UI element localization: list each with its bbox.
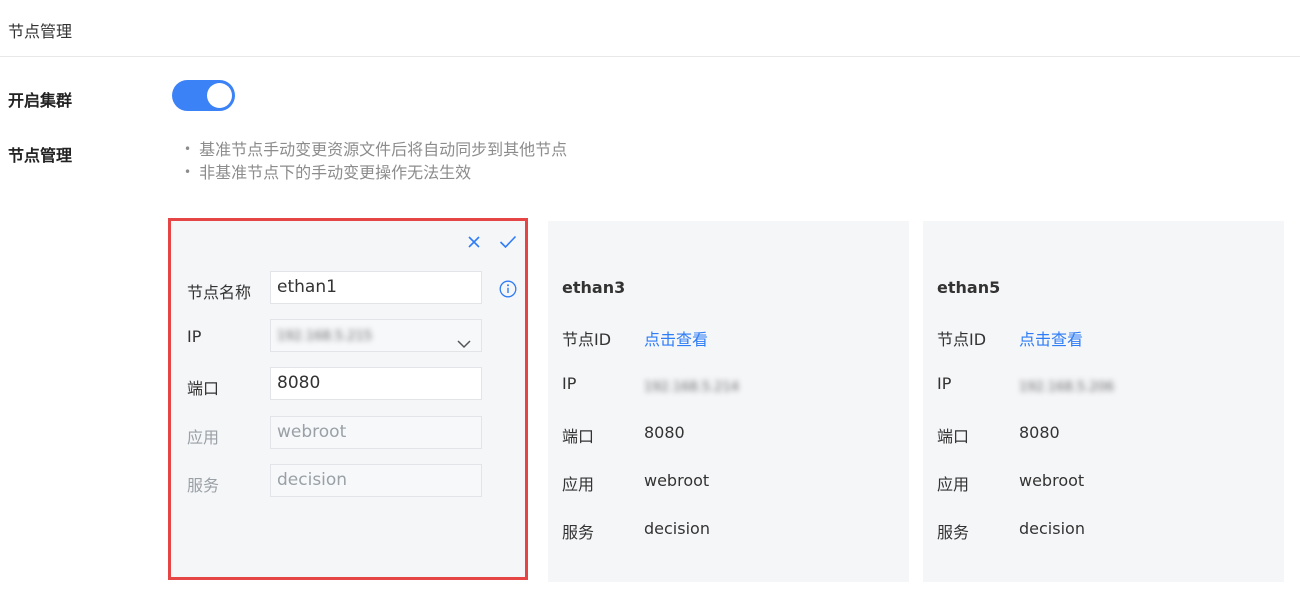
app-input: webroot bbox=[270, 416, 482, 449]
view-node-id-link[interactable]: 点击查看 bbox=[1019, 326, 1083, 350]
page-title: 节点管理 bbox=[8, 22, 73, 41]
ip-label: IP bbox=[187, 327, 202, 346]
view-node-id-link[interactable]: 点击查看 bbox=[644, 326, 708, 350]
card-actions bbox=[467, 235, 517, 249]
service-label: 服务 bbox=[562, 523, 595, 542]
service-value: decision bbox=[644, 519, 710, 538]
app-value: webroot bbox=[644, 471, 710, 490]
close-icon[interactable] bbox=[467, 235, 481, 249]
node-edit-card: 节点名称 ethan1 IP 192.168.5.215 端口 8080 应用 … bbox=[168, 218, 528, 580]
check-icon[interactable] bbox=[499, 235, 517, 249]
app-label: 应用 bbox=[937, 475, 970, 494]
app-value: webroot bbox=[1019, 471, 1085, 490]
node-name: ethan5 bbox=[937, 278, 1001, 297]
ip-value: 192.168.5.214 bbox=[644, 376, 739, 395]
node-name: ethan3 bbox=[562, 278, 626, 297]
note-item: 非基准节点下的手动变更操作无法生效 bbox=[184, 161, 567, 184]
node-card-ethan5: ethan5 节点ID 点击查看 IP 192.168.5.206 端口 808… bbox=[923, 221, 1284, 582]
notes-list: 基准节点手动变更资源文件后将自动同步到其他节点 非基准节点下的手动变更操作无法生… bbox=[184, 138, 567, 184]
chevron-down-icon bbox=[457, 329, 471, 360]
ip-label: IP bbox=[562, 374, 577, 393]
port-label: 端口 bbox=[937, 427, 970, 446]
name-label: 节点名称 bbox=[187, 283, 252, 302]
node-id-label: 节点ID bbox=[937, 330, 987, 349]
port-input[interactable]: 8080 bbox=[270, 367, 482, 400]
info-icon[interactable] bbox=[499, 280, 517, 302]
ip-value: 192.168.5.206 bbox=[1019, 376, 1114, 395]
service-label: 服务 bbox=[187, 476, 220, 495]
note-item: 基准节点手动变更资源文件后将自动同步到其他节点 bbox=[184, 138, 567, 161]
toggle-knob bbox=[207, 83, 232, 108]
port-label: 端口 bbox=[187, 379, 220, 398]
ip-label: IP bbox=[937, 374, 952, 393]
port-value: 8080 bbox=[1019, 423, 1060, 442]
app-label: 应用 bbox=[187, 428, 220, 447]
service-label: 服务 bbox=[937, 523, 970, 542]
ip-value-text: 192.168.5.214 bbox=[644, 380, 740, 395]
ip-select[interactable]: 192.168.5.215 bbox=[270, 319, 482, 352]
service-input: decision bbox=[270, 464, 482, 497]
cluster-label: 开启集群 bbox=[8, 91, 73, 110]
node-management-label: 节点管理 bbox=[8, 146, 73, 165]
ip-select-value: 192.168.5.215 bbox=[277, 329, 373, 344]
node-name-input[interactable]: ethan1 bbox=[270, 271, 482, 304]
node-card-ethan3: ethan3 节点ID 点击查看 IP 192.168.5.214 端口 808… bbox=[548, 221, 909, 582]
cluster-toggle[interactable] bbox=[172, 80, 235, 111]
port-label: 端口 bbox=[562, 427, 595, 446]
node-id-label: 节点ID bbox=[562, 330, 612, 349]
service-value: decision bbox=[1019, 519, 1085, 538]
app-label: 应用 bbox=[562, 475, 595, 494]
port-value: 8080 bbox=[644, 423, 685, 442]
header-divider bbox=[0, 56, 1300, 57]
ip-value-text: 192.168.5.206 bbox=[1019, 380, 1115, 395]
